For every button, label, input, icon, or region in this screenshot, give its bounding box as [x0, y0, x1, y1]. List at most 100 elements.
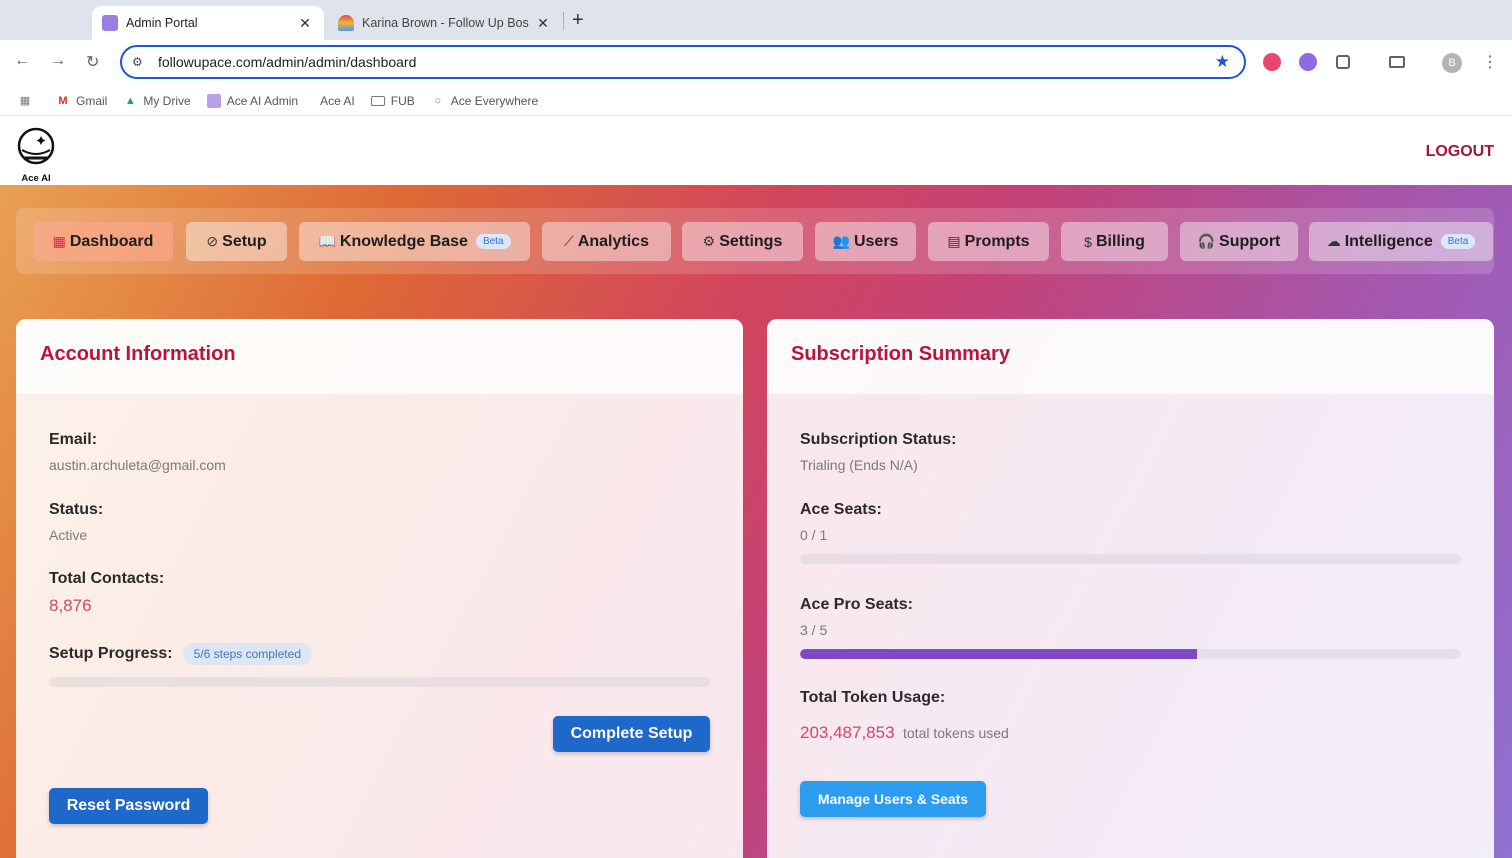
token-usage-value: 203,487,853: [800, 723, 895, 742]
headset-icon: 🎧: [1197, 233, 1216, 249]
card-title: Subscription Summary: [791, 343, 1010, 365]
email-label: Email:: [49, 431, 98, 448]
extension-icon[interactable]: [1299, 53, 1317, 71]
subscription-status-label: Subscription Status:: [800, 431, 957, 448]
dollar-icon: $: [1084, 233, 1092, 250]
tab-divider: [563, 12, 564, 30]
ace-pro-seats-label: Ace Pro Seats:: [800, 596, 913, 613]
nav-label: Dashboard: [69, 232, 154, 250]
bookmark-ace-ai-admin[interactable]: Ace AI Admin: [206, 93, 298, 108]
nav-setup[interactable]: ⊘ Setup: [186, 222, 287, 261]
close-tab-icon[interactable]: ✕: [296, 15, 314, 32]
nav-label: Knowledge Base: [339, 232, 468, 250]
nav-label: Prompts: [964, 232, 1030, 250]
bookmark-label: Gmail: [76, 93, 108, 108]
note-icon: ▤: [947, 233, 961, 249]
complete-setup-button[interactable]: Complete Setup: [553, 716, 710, 752]
nav-analytics[interactable]: ⟋ Analytics: [542, 222, 671, 261]
admin-portal-favicon-icon: [102, 15, 118, 31]
nav-users[interactable]: 👥 Users: [815, 222, 916, 261]
bookmark-gmail[interactable]: M Gmail: [56, 94, 107, 108]
card-title: Account Information: [40, 343, 236, 365]
nav-support[interactable]: 🎧 Support: [1180, 222, 1298, 261]
extension-icon[interactable]: [1263, 53, 1281, 71]
nav-label: Support: [1219, 232, 1281, 250]
reload-icon[interactable]: ↻: [86, 52, 99, 72]
new-tab-icon[interactable]: +: [572, 9, 584, 32]
ace-ai-logo[interactable]: Ace AI: [14, 125, 58, 184]
brain-icon: ☁: [1326, 233, 1341, 249]
gear-icon: ⚙: [702, 233, 716, 249]
card-header: Subscription Summary: [767, 319, 1494, 395]
bookmark-fub[interactable]: FUB: [370, 93, 415, 108]
setup-progress-bar: [49, 677, 710, 687]
bookmark-label: Ace AI: [320, 93, 355, 108]
tab-search-icon[interactable]: [1389, 56, 1405, 68]
nav-billing[interactable]: $ Billing: [1061, 222, 1168, 261]
url-input[interactable]: [158, 54, 1215, 70]
beta-badge: Beta: [475, 234, 511, 249]
nav-label: Intelligence: [1344, 232, 1433, 250]
folder-icon: [370, 95, 385, 106]
dashboard-stage: ▦ Dashboard ⊘ Setup 📖 Knowledge Base Bet…: [0, 185, 1512, 858]
browser-tab-karina-brown[interactable]: Karina Brown - Follow Up Bos ✕: [330, 6, 560, 40]
nav-label: Setup: [222, 232, 267, 250]
subscription-status-value: Trialing (Ends N/A): [800, 457, 918, 473]
profile-avatar[interactable]: B: [1442, 53, 1462, 73]
chart-line-icon: ⟋: [564, 233, 574, 249]
close-tab-icon[interactable]: ✕: [534, 15, 552, 32]
nav-prompts[interactable]: ▤ Prompts: [928, 222, 1049, 261]
book-icon: 📖: [318, 233, 336, 249]
ace-admin-icon: [206, 93, 221, 108]
card-body: Subscription Status: Trialing (Ends N/A)…: [767, 431, 1494, 743]
manage-users-seats-button[interactable]: Manage Users & Seats: [800, 781, 986, 817]
bookmark-star-icon[interactable]: ★: [1215, 52, 1230, 72]
address-bar[interactable]: ⚙ ★: [120, 45, 1246, 79]
ace-seats-value: 0 / 1: [800, 527, 828, 543]
nav-label: Analytics: [577, 232, 649, 250]
bookmarks-bar: ▦ M Gmail ▲ My Drive Ace AI Admin Ace AI…: [0, 86, 1512, 116]
nav-knowledge-base[interactable]: 📖 Knowledge Base Beta: [299, 222, 530, 261]
site-settings-icon[interactable]: ⚙: [132, 55, 152, 69]
app-header: Ace AI LOGOUT: [0, 121, 1512, 185]
subscription-summary-card: Subscription Summary Subscription Status…: [767, 319, 1494, 858]
nav-dashboard[interactable]: ▦ Dashboard: [33, 222, 173, 261]
browser-tab-admin-portal[interactable]: Admin Portal ✕: [92, 6, 324, 40]
puzzle-extensions-icon[interactable]: [1336, 55, 1350, 69]
browser-toolbar: ← → ↻ ⚙ ★ B ⋮: [0, 40, 1512, 86]
tab-title: Admin Portal: [126, 16, 198, 30]
bookmark-my-drive[interactable]: ▲ My Drive: [123, 94, 191, 108]
apps-grid-icon[interactable]: ▦: [18, 94, 38, 108]
token-usage-suffix: total tokens used: [903, 725, 1009, 741]
reset-password-button[interactable]: Reset Password: [49, 788, 208, 824]
logo-text: Ace AI: [21, 173, 51, 184]
back-arrow-icon[interactable]: ←: [14, 52, 30, 70]
nav-label: Settings: [719, 232, 783, 250]
total-contacts-label: Total Contacts:: [49, 570, 165, 587]
users-icon: 👥: [832, 233, 850, 249]
bookmark-ace-ai[interactable]: Ace AI: [320, 94, 355, 108]
bookmark-label: FUB: [390, 93, 415, 108]
nav-intelligence[interactable]: ☁ Intelligence Beta: [1309, 222, 1493, 261]
ace-pro-seats-value: 3 / 5: [800, 622, 828, 638]
bookmark-label: Ace Everywhere: [450, 93, 539, 108]
browser-menu-icon[interactable]: ⋮: [1482, 52, 1498, 72]
tab-title: Karina Brown - Follow Up Bos: [362, 16, 529, 30]
nav-label: Users: [853, 232, 899, 250]
nav-label: Billing: [1095, 232, 1145, 250]
ace-pro-seats-bar: [800, 649, 1461, 659]
card-header: Account Information: [16, 319, 743, 395]
nav-settings[interactable]: ⚙ Settings: [682, 222, 803, 261]
setup-progress-label: Setup Progress:: [49, 645, 173, 662]
bookmark-ace-everywhere[interactable]: ○ Ace Everywhere: [431, 94, 538, 108]
token-usage-label: Total Token Usage:: [800, 689, 946, 706]
ace-seats-bar: [800, 554, 1461, 564]
email-value: austin.archuleta@gmail.com: [49, 457, 226, 473]
status-label: Status:: [49, 501, 104, 518]
astronaut-helmet-icon: [17, 127, 55, 165]
logout-button[interactable]: LOGOUT: [1426, 143, 1494, 161]
forward-arrow-icon[interactable]: →: [50, 52, 66, 70]
gmail-icon: M: [58, 94, 68, 107]
grid-icon: ▦: [52, 233, 66, 249]
setup-steps-badge: 5/6 steps completed: [182, 643, 312, 665]
